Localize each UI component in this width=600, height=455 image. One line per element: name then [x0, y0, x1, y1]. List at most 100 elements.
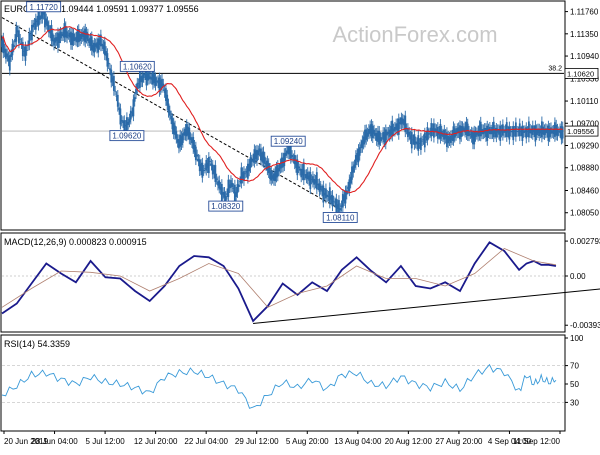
candle-body: [209, 161, 212, 162]
candle-body: [106, 53, 109, 67]
macd-panel-frame: [0, 232, 566, 333]
candle-body: [227, 179, 230, 197]
candle-body: [8, 55, 11, 71]
level-price-label: 1.10620: [567, 69, 594, 78]
x-tick-label: 28 Jun 04:00: [31, 437, 78, 446]
price-y-tick-label: 1.09290: [570, 142, 599, 151]
price-y-tick-label: 1.08460: [570, 187, 599, 196]
candle-body: [12, 45, 15, 48]
rsi-y-tick-label: 70: [570, 362, 579, 371]
candle-body: [194, 146, 197, 161]
candle-body: [278, 168, 280, 172]
candle-body: [332, 200, 335, 202]
candle-body: [249, 157, 252, 168]
candle-body: [427, 133, 430, 135]
candle-body: [25, 49, 28, 51]
candle-body: [127, 121, 130, 125]
candle-body: [107, 62, 110, 65]
rsi-y-tick-label: 100: [570, 334, 584, 343]
candle-body: [132, 99, 135, 117]
x-tick-label: 11 Sep 12:00: [513, 437, 561, 446]
candle-body: [328, 187, 331, 204]
x-tick-label: 27 Aug 20:00: [435, 437, 483, 446]
candle-body: [358, 147, 361, 156]
candle-body: [114, 90, 117, 92]
watermark-text: ActionForex.com: [332, 22, 497, 47]
macd-y-tick-label: 0.00: [570, 272, 586, 281]
macd-y-tick-label: -0.003938: [570, 321, 600, 330]
candle-body: [18, 30, 20, 44]
x-tick-label: 20 Aug 12:00: [385, 437, 433, 446]
price-y-tick-label: 1.10940: [570, 52, 599, 61]
candle-body: [319, 185, 322, 190]
candle-body: [297, 166, 300, 169]
candle-body: [331, 194, 334, 207]
candle-body: [315, 172, 318, 190]
candle-body: [338, 200, 340, 213]
candle-body: [28, 32, 31, 46]
candle-body: [119, 108, 122, 125]
candle-body: [421, 140, 424, 142]
candle-body: [6, 53, 9, 57]
candle-body: [339, 208, 342, 211]
candle-body: [207, 156, 210, 174]
candle-body: [423, 132, 426, 148]
candle-body: [34, 18, 37, 30]
candle-body: [408, 131, 411, 136]
candle-body: [168, 110, 171, 116]
candle-body: [237, 184, 240, 187]
price-annotation-label: 1.11720: [29, 3, 58, 12]
rsi-panel-title: RSI(14) 54.3359: [4, 339, 70, 349]
x-tick-label: 13 Aug 04:00: [334, 437, 382, 446]
price-annotation-label: 1.10620: [123, 62, 152, 71]
x-tick-label: 12 Jul 20:00: [134, 437, 178, 446]
candle-body: [112, 76, 115, 91]
candle-body: [417, 135, 420, 151]
price-annotation-label: 1.09620: [112, 132, 141, 141]
last-price-label: 1.09556: [567, 127, 594, 136]
candle-body: [353, 164, 356, 168]
candle-body: [404, 115, 407, 133]
rsi-panel-frame: [0, 334, 566, 432]
x-tick-label: 5 Jul 12:00: [86, 437, 126, 446]
macd-panel-title: MACD(12,26,9) 0.000823 0.000915: [4, 237, 147, 247]
rsi-y-tick-label: 50: [570, 380, 579, 389]
candle-body: [175, 131, 178, 139]
candle-body: [508, 126, 511, 140]
candle-body: [196, 154, 199, 157]
macd-y-tick-label: 0.002793: [570, 237, 600, 246]
candle-body: [215, 178, 218, 180]
candle-body: [325, 188, 327, 199]
price-annotation-label: 1.08110: [326, 213, 355, 222]
rsi-y-tick-label: 30: [570, 398, 579, 407]
x-tick-label: 29 Jul 12:00: [235, 437, 279, 446]
candle-body: [19, 38, 22, 40]
candle-body: [15, 26, 18, 42]
candle-body: [419, 137, 422, 150]
candle-body: [284, 152, 287, 156]
x-tick-label: 22 Jul 04:00: [184, 437, 228, 446]
price-annotation-label: 1.08320: [211, 202, 240, 211]
candle-body: [397, 118, 400, 135]
price-annotation-label: 1.09240: [274, 137, 303, 146]
price-y-tick-label: 1.11350: [570, 30, 599, 39]
candle-body: [521, 125, 524, 142]
candle-body: [512, 126, 515, 141]
price-y-tick-label: 1.11760: [570, 8, 599, 17]
candle-body: [309, 171, 312, 190]
candle-body: [486, 125, 489, 141]
candle-body: [24, 46, 27, 61]
candle-body: [499, 125, 502, 141]
price-ohlc-header: 1.09444 1.09591 1.09377 1.09556: [61, 4, 199, 14]
chart-svg: ActionForex.com EURCHF,H4 1.09444 1.0959…: [0, 0, 600, 446]
candle-body: [202, 169, 205, 171]
x-tick-label: 5 Aug 20:00: [286, 437, 329, 446]
candle-body: [244, 173, 247, 175]
candle-body: [129, 110, 132, 120]
candle-body: [561, 126, 564, 139]
candle-body: [231, 182, 234, 188]
candle-body: [116, 94, 119, 107]
fib-label: 38.2: [548, 65, 562, 72]
chart-window: ActionForex.com EURCHF,H4 1.09444 1.0959…: [0, 0, 600, 450]
candle-body: [32, 24, 35, 28]
